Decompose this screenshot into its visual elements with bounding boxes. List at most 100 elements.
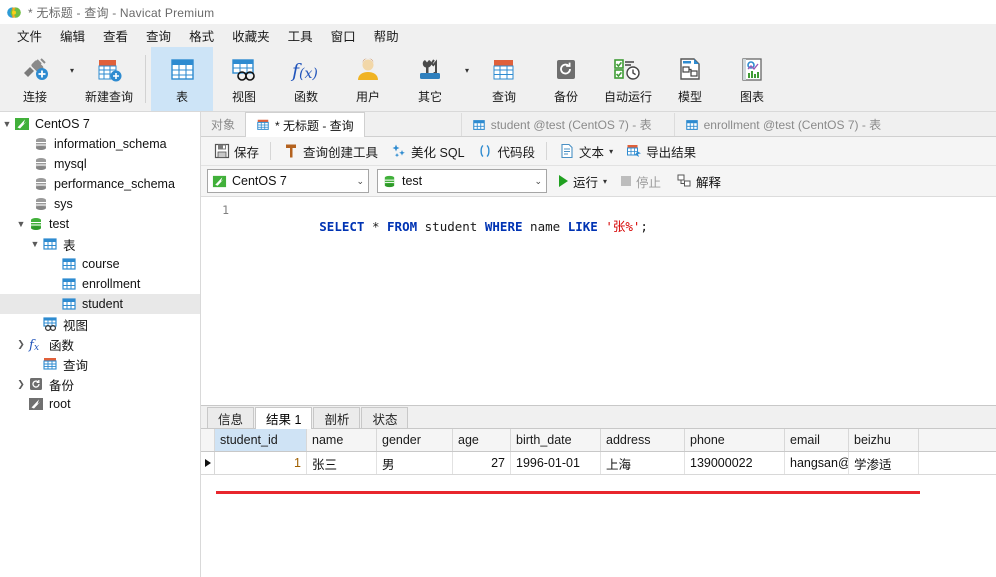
- twisty-down-icon[interactable]: ▼: [14, 219, 28, 229]
- ribbon-view[interactable]: 视图: [213, 47, 275, 111]
- ribbon-model[interactable]: 模型: [659, 47, 721, 111]
- cell-student-id[interactable]: 1: [215, 452, 307, 474]
- sidebar-item-information-schema[interactable]: information_schema: [0, 134, 200, 154]
- connection-icon-gray: [28, 396, 44, 412]
- sidebar-item-functions-folder[interactable]: ❯ f x 函数: [0, 334, 200, 354]
- ribbon-function[interactable]: f (x) 函数: [275, 47, 337, 111]
- explain-button[interactable]: 解释: [671, 170, 725, 193]
- chevron-down-icon[interactable]: ▾: [609, 147, 613, 156]
- cell-address[interactable]: 上海: [601, 452, 685, 474]
- ribbon-chart[interactable]: 图表: [721, 47, 783, 111]
- column-header-age[interactable]: age: [453, 429, 511, 451]
- chevron-down-icon[interactable]: ⌄: [350, 176, 364, 187]
- results-tab-status[interactable]: 状态: [361, 407, 409, 428]
- column-header-phone[interactable]: phone: [685, 429, 785, 451]
- column-header-name[interactable]: name: [307, 429, 377, 451]
- results-tab-profile[interactable]: 剖析: [313, 407, 361, 428]
- sql-code-area[interactable]: SELECT * FROM student WHERE name LIKE '张…: [234, 197, 996, 405]
- ribbon-connection[interactable]: 连接: [4, 47, 66, 111]
- sidebar-item-performance-schema[interactable]: performance_schema: [0, 174, 200, 194]
- table-row[interactable]: 1 张三 男 27 1996-01-01 上海 139000022 hangsa…: [201, 452, 996, 475]
- sidebar-item-backups-folder[interactable]: ❯ 备份: [0, 374, 200, 394]
- query-builder-button[interactable]: 查询创建工具: [276, 140, 384, 163]
- column-header-address[interactable]: address: [601, 429, 685, 451]
- tab-label: student @test (CentOS 7) - 表: [490, 118, 652, 132]
- database-select[interactable]: test ⌄: [377, 169, 547, 193]
- connection-icon-green: [212, 174, 227, 189]
- other-dropdown-caret-icon[interactable]: ▾: [461, 66, 473, 93]
- ribbon-other[interactable]: 其它: [399, 47, 461, 111]
- connection-dropdown-caret-icon[interactable]: ▾: [66, 66, 78, 93]
- tab-untitled-query[interactable]: * 无标题 - 查询: [245, 112, 365, 137]
- menu-window[interactable]: 窗口: [322, 24, 365, 47]
- menu-edit[interactable]: 编辑: [51, 24, 94, 47]
- cell-age[interactable]: 27: [453, 452, 511, 474]
- code-snippet-button[interactable]: 代码段: [471, 140, 542, 163]
- ribbon-query[interactable]: 查询: [473, 47, 535, 111]
- results-tab-info[interactable]: 信息: [207, 407, 255, 428]
- menu-favorites[interactable]: 收藏夹: [223, 24, 279, 47]
- text-view-button[interactable]: 文本 ▾: [552, 140, 619, 163]
- column-header-email[interactable]: email: [785, 429, 849, 451]
- column-header-beizhu[interactable]: beizhu: [849, 429, 919, 451]
- beautify-sql-button[interactable]: 美化 SQL: [384, 140, 471, 163]
- cell-phone[interactable]: 139000022: [685, 452, 785, 474]
- twisty-down-icon[interactable]: ▼: [28, 239, 42, 249]
- twisty-right-icon[interactable]: ❯: [14, 339, 28, 350]
- sidebar-item-views-folder[interactable]: 视图: [0, 314, 200, 334]
- sidebar-item-student[interactable]: student: [0, 294, 200, 314]
- database-icon-gray: [33, 136, 49, 152]
- results-tab-label: 状态: [372, 412, 398, 427]
- column-header-birth-date[interactable]: birth_date: [511, 429, 601, 451]
- menu-help[interactable]: 帮助: [365, 24, 408, 47]
- cell-birth-date[interactable]: 1996-01-01: [511, 452, 601, 474]
- column-header-gender[interactable]: gender: [377, 429, 453, 451]
- tab-objects[interactable]: 对象: [201, 113, 246, 136]
- sidebar-item-mysql[interactable]: mysql: [0, 154, 200, 174]
- tab-student-table[interactable]: student @test (CentOS 7) - 表: [460, 113, 662, 136]
- ribbon-user[interactable]: 用户: [337, 47, 399, 111]
- cell-beizhu[interactable]: 学渗适: [849, 452, 919, 474]
- twisty-right-icon[interactable]: ❯: [14, 379, 28, 390]
- save-button[interactable]: 保存: [207, 140, 265, 163]
- ribbon-new-query[interactable]: 新建查询: [78, 47, 140, 111]
- ribbon-automation[interactable]: 自动运行: [597, 47, 659, 111]
- text-view-label: 文本: [579, 145, 605, 160]
- object-tree-sidebar[interactable]: ▼ CentOS 7 information_schema mysql perf…: [0, 112, 201, 577]
- menu-view[interactable]: 查看: [94, 24, 137, 47]
- sidebar-item-test[interactable]: ▼ test: [0, 214, 200, 234]
- menu-tools[interactable]: 工具: [279, 24, 322, 47]
- run-button[interactable]: 运行 ▾: [555, 170, 611, 193]
- chevron-down-icon[interactable]: ⌄: [528, 176, 542, 187]
- sidebar-item-centos7[interactable]: ▼ CentOS 7: [0, 114, 200, 134]
- menu-query[interactable]: 查询: [137, 24, 180, 47]
- connection-select[interactable]: CentOS 7 ⌄: [207, 169, 369, 193]
- cell-name[interactable]: 张三: [307, 452, 377, 474]
- ribbon-table[interactable]: 表: [151, 47, 213, 111]
- sidebar-item-sys[interactable]: sys: [0, 194, 200, 214]
- menu-format[interactable]: 格式: [180, 24, 223, 47]
- tab-enrollment-table[interactable]: enrollment @test (CentOS 7) - 表: [673, 113, 892, 136]
- sql-editor[interactable]: 1 SELECT * FROM student WHERE name LIKE …: [201, 197, 996, 405]
- sidebar-item-tables-folder[interactable]: ▼ 表: [0, 234, 200, 254]
- sidebar-item-enrollment[interactable]: enrollment: [0, 274, 200, 294]
- cell-email[interactable]: hangsan@: [785, 452, 849, 474]
- sidebar-item-root[interactable]: root: [0, 394, 200, 414]
- sidebar-item-course[interactable]: course: [0, 254, 200, 274]
- stop-button[interactable]: 停止: [617, 170, 665, 193]
- sidebar-label: 视图: [63, 318, 89, 333]
- cell-gender[interactable]: 男: [377, 452, 453, 474]
- database-icon-green: [28, 216, 44, 232]
- chevron-down-icon[interactable]: ▾: [603, 177, 607, 186]
- ribbon-automation-label: 自动运行: [603, 90, 652, 104]
- menu-file[interactable]: 文件: [8, 24, 51, 47]
- column-header-student-id[interactable]: student_id: [215, 429, 307, 451]
- results-tab-result-1[interactable]: 结果 1: [255, 407, 313, 429]
- export-result-button[interactable]: 导出结果: [619, 140, 702, 163]
- sidebar-item-queries-folder[interactable]: 查询: [0, 354, 200, 374]
- save-icon: [213, 143, 230, 160]
- results-grid[interactable]: student_id name gender age birth_date ad…: [201, 429, 996, 577]
- twisty-down-icon[interactable]: ▼: [0, 119, 14, 129]
- ribbon-backup[interactable]: 备份: [535, 47, 597, 111]
